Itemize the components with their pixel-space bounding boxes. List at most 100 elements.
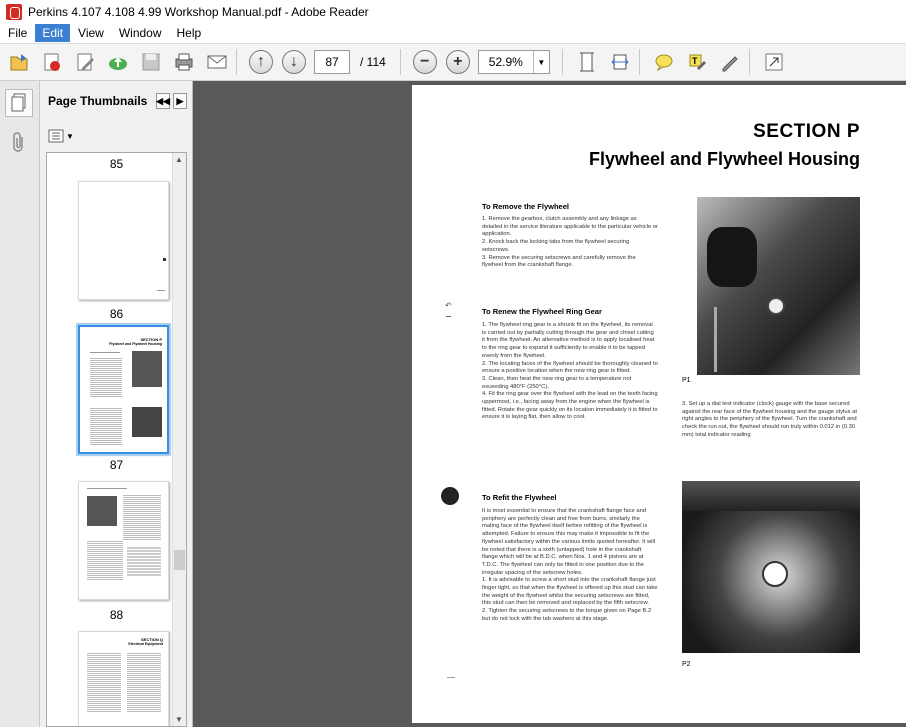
dial-gauge-text: 3. Set up a dial test indicator (clock) …: [682, 401, 857, 438]
minus-icon: −: [412, 50, 437, 74]
photo-p2: [682, 481, 860, 653]
attachments-tab[interactable]: [7, 131, 31, 155]
scrollbar-thumb[interactable]: [174, 550, 185, 570]
open-button[interactable]: [5, 48, 33, 76]
heading-remove-flywheel: To Remove the Flywheel: [482, 202, 569, 211]
thumbnail-label: 86: [109, 307, 124, 321]
panel-header: Page Thumbnails ◀◀ ▶: [40, 81, 192, 121]
photo-p1: [697, 197, 860, 375]
navigation-strip: [0, 81, 40, 727]
section-heading: SECTION P: [753, 121, 860, 142]
caption-p2: P2: [682, 661, 691, 668]
expand-icon: [765, 53, 783, 71]
next-page-button[interactable]: ↓: [280, 48, 308, 76]
heading-refit-flywheel: To Refit the Flywheel: [482, 493, 557, 502]
menu-help[interactable]: Help: [170, 24, 209, 42]
sign-button[interactable]: [716, 48, 744, 76]
thumbnail-options-button[interactable]: ▼: [48, 127, 76, 145]
remove-flywheel-text: 1. Remove the gearbox, clutch assembly a…: [482, 216, 658, 270]
menu-bar: File Edit View Window Help: [0, 22, 906, 43]
edit-icon: [77, 53, 94, 71]
margin-mark: ↶: [445, 301, 452, 310]
list-item: 2. The locating faces of the flywheel sh…: [482, 360, 658, 375]
page-number-input[interactable]: [314, 50, 350, 74]
page-thumbnails-tab[interactable]: [5, 89, 33, 117]
toolbar-separator: [561, 49, 563, 75]
fit-width-button[interactable]: [606, 48, 634, 76]
pdf-page: SECTION P Flywheel and Flywheel Housing …: [412, 85, 906, 723]
list-item: 3. Clean, then heat the new ring gear to…: [482, 375, 632, 390]
paperclip-icon: [13, 132, 23, 152]
create-pdf-button[interactable]: [38, 48, 66, 76]
svg-text:T: T: [692, 56, 698, 66]
toolbar-separator: [748, 49, 750, 75]
speech-bubble-icon: [655, 54, 673, 72]
arrow-down-icon: ↓: [282, 50, 306, 74]
refit-flywheel-text: It is most essential to ensure that the …: [482, 508, 658, 624]
thumbnail-list: 85 86 SECTION P Flywheel and Flywheel Ho…: [46, 152, 187, 727]
thumbnail-label: 85: [109, 157, 124, 171]
thumbnail-page-87[interactable]: [78, 481, 169, 600]
cloud-upload-button[interactable]: [104, 48, 132, 76]
list-item: 2. Knock back the locking tabs from the …: [482, 239, 630, 253]
thumbnail-scrollbar[interactable]: ▲ ▼: [172, 153, 186, 726]
document-view[interactable]: SECTION P Flywheel and Flywheel Housing …: [193, 81, 906, 727]
ring-gear-text: 1. The flywheel ring gear is a shrunk fi…: [482, 322, 658, 422]
fit-page-icon: [579, 52, 594, 72]
fit-page-button[interactable]: [573, 48, 601, 76]
edit-button[interactable]: [71, 48, 99, 76]
list-item: 4. Fit the ring gear over the flywheel w…: [482, 391, 658, 421]
margin-mark: [446, 316, 451, 317]
page-footer-mark: [447, 677, 455, 678]
adobe-reader-icon: [6, 4, 22, 20]
collapse-panel-button[interactable]: ◀◀: [156, 93, 170, 109]
thumbnail-label: 88: [109, 608, 124, 622]
print-icon: [175, 53, 193, 71]
create-pdf-icon: [44, 53, 60, 71]
list-item: 3. Remove the securing setscrews and car…: [482, 254, 636, 269]
list-item: 1. The flywheel ring gear is a shrunk fi…: [482, 322, 655, 359]
panel-forward-button[interactable]: ▶: [173, 93, 187, 109]
thumbnail-label: 87: [109, 458, 124, 472]
heading-ring-gear: To Renew the Flywheel Ring Gear: [482, 307, 602, 316]
toolbar-separator: [399, 49, 401, 75]
envelope-icon: [207, 55, 227, 69]
toolbar-separator: [638, 49, 640, 75]
arrow-up-icon: ↑: [249, 50, 273, 74]
email-button[interactable]: [203, 48, 231, 76]
print-button[interactable]: [170, 48, 198, 76]
hole-punch-mark: [441, 487, 459, 505]
title-bar: Perkins 4.107 4.108 4.99 Workshop Manual…: [0, 0, 906, 24]
menu-edit[interactable]: Edit: [35, 23, 71, 42]
menu-file[interactable]: File: [1, 24, 34, 42]
thumbnail-page-88[interactable]: SECTION Q Electrical Equipment: [78, 631, 169, 726]
list-item: 1. Remove the gearbox, clutch assembly a…: [482, 216, 658, 238]
zoom-in-button[interactable]: +: [444, 48, 472, 76]
menu-window[interactable]: Window: [112, 24, 169, 42]
save-icon: [142, 53, 160, 71]
thumbnails-panel: Page Thumbnails ◀◀ ▶ ▼ 85 86 SECTION P F…: [40, 81, 193, 727]
highlight-text-icon: T: [689, 54, 706, 70]
chevron-down-icon[interactable]: ▼: [532, 51, 549, 73]
pen-icon: [722, 56, 738, 72]
previous-page-button[interactable]: ↑: [247, 48, 275, 76]
list-options-icon: [48, 129, 64, 143]
caption-p1: P1: [682, 377, 691, 384]
zoom-out-button[interactable]: −: [411, 48, 439, 76]
cloud-upload-icon: [109, 57, 127, 70]
zoom-select[interactable]: 52.9% ▼: [477, 50, 550, 74]
thumbnail-page-86[interactable]: SECTION P Flywheel and Flywheel Housing: [76, 323, 171, 456]
paragraph: It is most essential to ensure that the …: [482, 508, 656, 576]
panel-title: Page Thumbnails: [48, 94, 148, 108]
thumbnail-page-85[interactable]: [78, 181, 169, 300]
comment-button[interactable]: [650, 48, 678, 76]
menu-view[interactable]: View: [71, 24, 111, 42]
scroll-up-icon[interactable]: ▲: [175, 155, 183, 164]
full-screen-button[interactable]: [760, 48, 788, 76]
list-item: 2. Tighten the securing setscrews to the…: [482, 608, 652, 622]
window-title: Perkins 4.107 4.108 4.99 Workshop Manual…: [28, 5, 369, 19]
save-button[interactable]: [137, 48, 165, 76]
highlight-button[interactable]: T: [683, 48, 711, 76]
scroll-down-icon[interactable]: ▼: [175, 715, 183, 724]
chevron-down-icon: ▼: [66, 131, 74, 141]
